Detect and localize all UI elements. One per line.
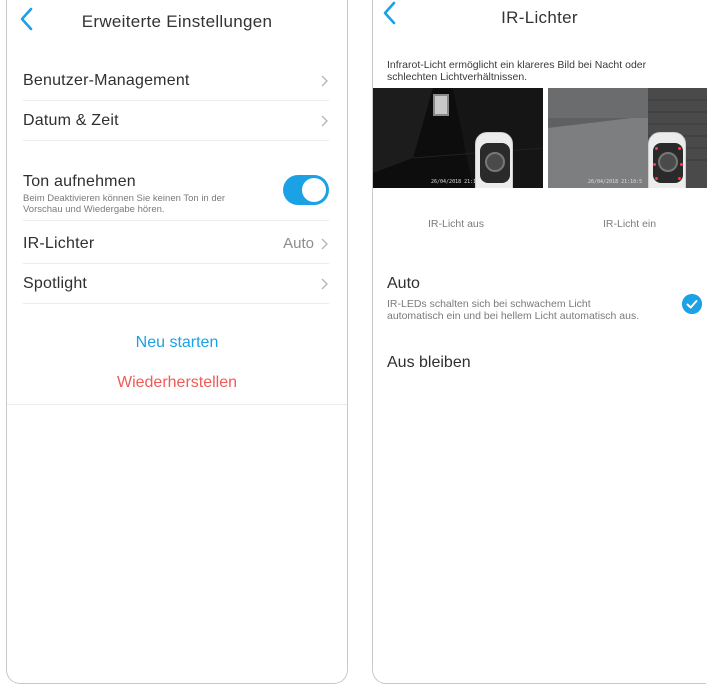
ir-intro-text: Infrarot-Licht ermöglicht ein klareres B… bbox=[387, 59, 647, 83]
camera-device-image bbox=[475, 132, 513, 188]
chevron-right-icon bbox=[321, 115, 328, 126]
row-value: Auto bbox=[283, 235, 314, 252]
ir-on-preview-image: 26/04/2018 21:10:5 bbox=[548, 88, 707, 188]
advanced-settings-screen: Erweiterte Einstellungen Benutzer-Manage… bbox=[6, 0, 348, 684]
chevron-right-icon bbox=[321, 75, 328, 86]
checkmark-icon[interactable] bbox=[682, 294, 702, 314]
row-label: Benutzer-Management bbox=[23, 71, 190, 89]
page-title: IR-Lichter bbox=[501, 8, 578, 27]
row-description: Beim Deaktivieren können Sie keinen Ton … bbox=[23, 193, 226, 215]
option-auto[interactable]: Auto bbox=[387, 275, 420, 293]
row-spotlight[interactable]: Spotlight bbox=[23, 264, 329, 304]
chevron-right-icon bbox=[321, 238, 328, 249]
ir-lights-screen: IR-Lichter Infrarot-Licht ermöglicht ein… bbox=[372, 0, 707, 684]
restart-button[interactable]: Neu starten bbox=[7, 334, 347, 352]
row-record-sound: Ton aufnehmen Beim Deaktivieren können S… bbox=[23, 163, 329, 221]
record-sound-toggle[interactable] bbox=[283, 175, 329, 205]
row-label: Datum & Zeit bbox=[23, 111, 119, 129]
row-user-management[interactable]: Benutzer-Management bbox=[23, 61, 329, 101]
ir-off-caption: IR-Licht aus bbox=[428, 218, 485, 230]
divider bbox=[7, 404, 347, 405]
row-label: Spotlight bbox=[23, 274, 88, 292]
ir-on-caption: IR-Licht ein bbox=[603, 218, 657, 230]
option-stay-off[interactable]: Aus bleiben bbox=[387, 354, 471, 372]
reset-button[interactable]: Wiederherstellen bbox=[7, 374, 347, 392]
page-title: Erweiterte Einstellungen bbox=[81, 12, 273, 31]
row-label: IR-Lichter bbox=[23, 234, 95, 252]
timestamp: 26/04/2018 21:10:5 bbox=[588, 179, 643, 185]
row-date-time[interactable]: Datum & Zeit bbox=[23, 101, 329, 141]
option-auto-description: IR-LEDs schalten sich bei schwachem Lich… bbox=[387, 298, 640, 322]
row-ir-lights[interactable]: IR-Lichter Auto bbox=[23, 224, 329, 264]
row-label: Ton aufnehmen bbox=[23, 173, 136, 190]
camera-device-image bbox=[648, 132, 686, 188]
toggle-knob bbox=[302, 178, 326, 202]
ir-off-preview-image: 26/04/2018 21:10:5 bbox=[373, 88, 543, 188]
night-scene bbox=[373, 88, 543, 188]
chevron-right-icon bbox=[321, 278, 328, 289]
